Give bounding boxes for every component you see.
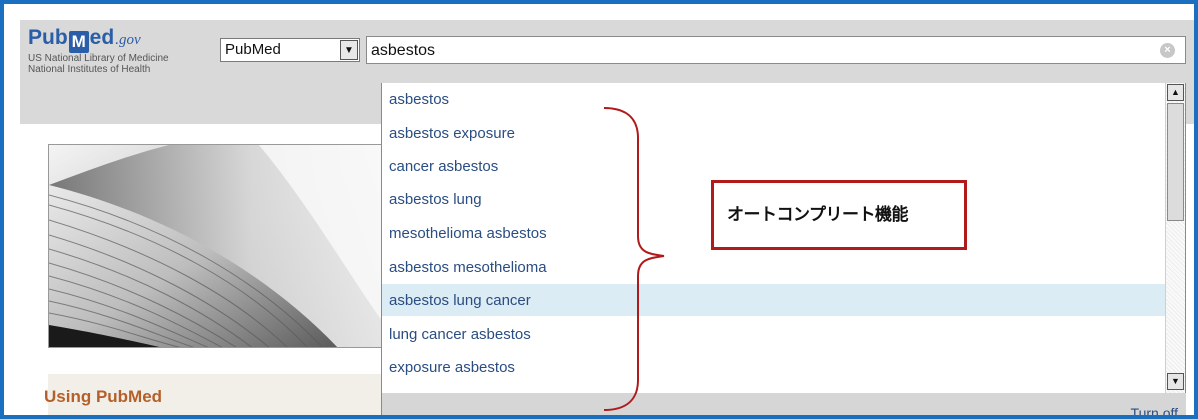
suggestion-item[interactable]: cancer asbestos	[382, 150, 1166, 182]
autocomplete-dropdown: asbestos asbestos exposure cancer asbest…	[381, 83, 1186, 415]
logo-pub: Pub	[28, 26, 68, 49]
org-line-1: US National Library of Medicine	[28, 53, 169, 64]
search-input[interactable]	[368, 38, 1148, 62]
pubmed-logo[interactable]: Pub Med .gov US National Library of Medici…	[28, 26, 169, 75]
logo-ed: ed	[89, 26, 115, 49]
dropdown-footer: Turn off	[382, 393, 1186, 415]
suggestion-item-highlighted[interactable]: asbestos lung cancer	[382, 284, 1166, 316]
scroll-down-icon[interactable]: ▼	[1167, 373, 1184, 390]
suggestion-item[interactable]: exposure asbestos	[382, 351, 1166, 383]
chevron-down-icon[interactable]: ▼	[340, 40, 358, 60]
logo-gov: .gov	[115, 32, 141, 48]
suggestion-item[interactable]: asbestos mesothelioma	[382, 251, 1166, 283]
book-pages-graphic	[49, 145, 383, 347]
suggestion-item[interactable]: asbestos	[382, 83, 1166, 115]
logo-wordmark: Pub Med .gov	[28, 26, 169, 53]
clear-search-icon[interactable]: ×	[1160, 43, 1175, 58]
search-box[interactable]: ×	[366, 36, 1186, 64]
suggestion-item[interactable]: asbestos exposure	[382, 117, 1166, 149]
turn-off-link[interactable]: Turn off	[1131, 405, 1178, 415]
database-select-value: PubMed	[225, 41, 281, 58]
scroll-up-icon[interactable]: ▲	[1167, 84, 1184, 101]
window-frame: Pub Med .gov US National Library of Medici…	[0, 0, 1198, 419]
brace-annotation-icon	[603, 107, 665, 411]
org-line-2: National Institutes of Health	[28, 64, 151, 75]
book-pages-image	[48, 144, 384, 348]
logo-m-icon: M	[68, 31, 89, 53]
using-pubmed-heading: Using PubMed	[44, 387, 163, 406]
suggestion-item[interactable]: lung cancer asbestos	[382, 318, 1166, 350]
scroll-thumb[interactable]	[1167, 103, 1184, 221]
autocomplete-callout: オートコンプリート機能	[711, 180, 967, 250]
database-select[interactable]: PubMed ▼	[220, 38, 360, 62]
dropdown-scrollbar[interactable]: ▲ ▼	[1165, 83, 1185, 393]
